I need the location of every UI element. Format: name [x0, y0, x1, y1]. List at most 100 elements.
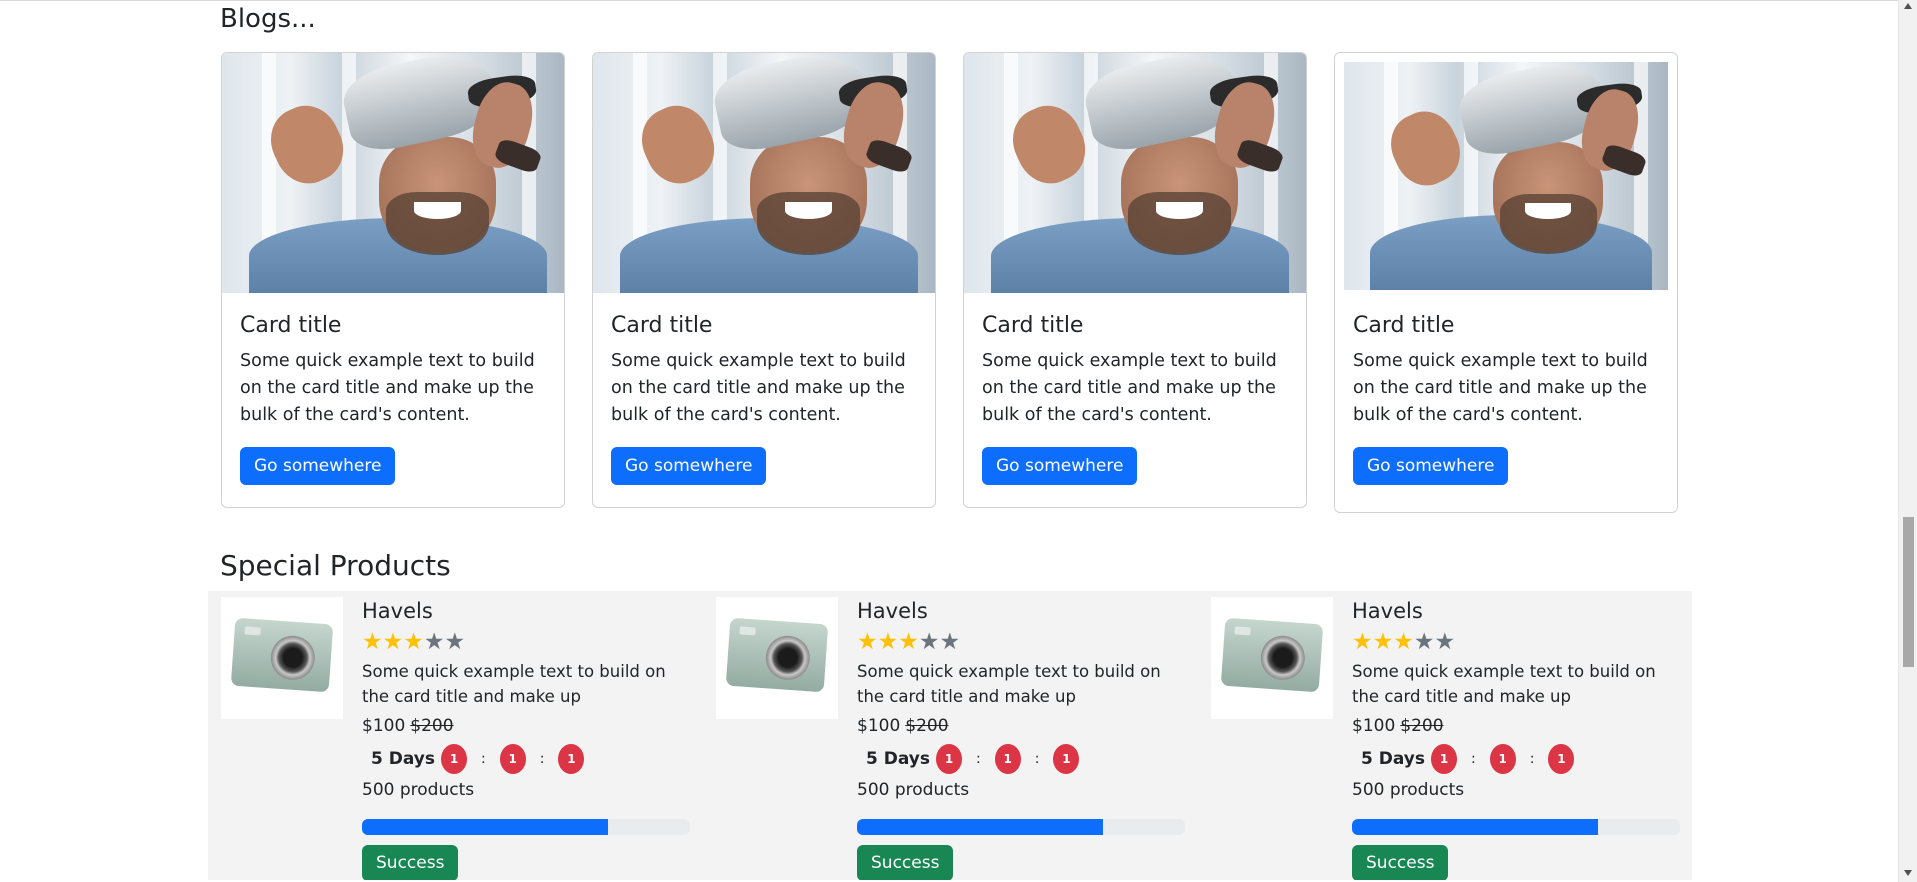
star-icon: ★	[382, 629, 404, 655]
star-icon: ★	[1393, 629, 1414, 655]
current-price: $100	[362, 716, 406, 736]
product-description: Some quick example text to build on the …	[857, 662, 1161, 706]
progress-bar	[1352, 819, 1598, 835]
product-name: Havels	[362, 599, 433, 623]
star-icon: ★	[898, 629, 919, 655]
blog-card: Card title Some quick example text to bu…	[592, 52, 936, 508]
rating-stars: ★★★★★	[1352, 629, 1682, 655]
minutes-badge: 1	[1489, 744, 1516, 774]
old-price: $200	[1400, 716, 1444, 736]
timer-separator: :	[539, 751, 545, 767]
star-icon: ★	[1352, 629, 1373, 655]
success-button[interactable]: Success	[362, 845, 459, 880]
seconds-badge: 1	[1548, 744, 1575, 774]
card-title: Card title	[240, 313, 342, 338]
days-label: 5 Days	[371, 749, 436, 769]
seconds-badge: 1	[558, 744, 585, 774]
product-card: Havels ★★★★★ Some quick example text to …	[716, 597, 1196, 880]
minutes-badge: 1	[499, 744, 526, 774]
special-products-band: Havels ★★★★★ Some quick example text to …	[208, 591, 1692, 880]
stock-progress	[1352, 819, 1680, 835]
card-text: Some quick example text to build on the …	[240, 351, 535, 425]
camera-photo	[221, 597, 343, 719]
card-text: Some quick example text to build on the …	[982, 351, 1277, 425]
vr-headset-photo	[1344, 62, 1668, 290]
camera-photo	[716, 597, 838, 719]
old-price: $200	[905, 716, 949, 736]
star-icon: ★	[1434, 629, 1456, 655]
vertical-scrollbar[interactable]	[1898, 0, 1917, 882]
product-price: $100 $200	[1352, 716, 1682, 736]
success-button[interactable]: Success	[1352, 845, 1449, 880]
success-button[interactable]: Success	[857, 845, 954, 880]
product-count: 500 products	[1352, 780, 1465, 800]
vr-headset-photo	[964, 53, 1306, 293]
rating-stars: ★★★★★	[857, 629, 1187, 655]
hours-badge: 1	[1431, 744, 1458, 774]
blog-card: Card title Some quick example text to bu…	[1334, 52, 1678, 513]
stock-progress	[857, 819, 1185, 835]
old-price: $200	[410, 716, 454, 736]
product-count: 500 products	[857, 780, 970, 800]
product-count: 500 products	[362, 780, 475, 800]
current-price: $100	[857, 716, 901, 736]
product-card: Havels ★★★★★ Some quick example text to …	[1211, 597, 1691, 880]
card-title: Card title	[611, 313, 713, 338]
product-price: $100 $200	[362, 716, 692, 736]
timer-separator: :	[1471, 751, 1476, 767]
blog-card: Card title Some quick example text to bu…	[963, 52, 1307, 508]
star-icon: ★	[939, 629, 961, 655]
days-label: 5 Days	[866, 749, 931, 769]
scroll-thumb[interactable]	[1903, 517, 1914, 667]
star-icon: ★	[444, 629, 466, 655]
scroll-down-arrow-icon[interactable]	[1904, 870, 1912, 876]
go-somewhere-button[interactable]: Go somewhere	[611, 447, 767, 485]
blog-card: Card title Some quick example text to bu…	[221, 52, 565, 508]
hours-badge: 1	[936, 744, 963, 774]
product-name: Havels	[1352, 599, 1423, 623]
product-description: Some quick example text to build on the …	[1352, 662, 1656, 706]
progress-bar	[857, 819, 1103, 835]
countdown-timer: 5 Days 1 : 1 : 1	[857, 744, 1187, 774]
scroll-up-arrow-icon[interactable]	[1904, 3, 1912, 9]
go-somewhere-button[interactable]: Go somewhere	[240, 447, 396, 485]
product-description: Some quick example text to build on the …	[362, 662, 666, 706]
seconds-badge: 1	[1053, 744, 1080, 774]
go-somewhere-button[interactable]: Go somewhere	[982, 447, 1138, 485]
current-price: $100	[1352, 716, 1396, 736]
card-text: Some quick example text to build on the …	[1353, 351, 1648, 425]
hours-badge: 1	[441, 744, 468, 774]
go-somewhere-button[interactable]: Go somewhere	[1353, 447, 1509, 485]
days-label: 5 Days	[1361, 749, 1426, 769]
timer-separator: :	[1529, 751, 1535, 767]
blogs-heading: Blogs...	[220, 4, 316, 34]
star-icon: ★	[877, 629, 899, 655]
progress-bar	[362, 819, 608, 835]
page: Blogs... Card title Some quick example t…	[0, 0, 1898, 880]
star-icon: ★	[423, 629, 445, 655]
card-title: Card title	[1353, 313, 1455, 338]
timer-separator: :	[1034, 751, 1040, 767]
star-icon: ★	[1413, 629, 1435, 655]
timer-separator: :	[976, 751, 981, 767]
product-price: $100 $200	[857, 716, 1187, 736]
star-icon: ★	[857, 629, 878, 655]
special-products-heading: Special Products	[220, 549, 451, 582]
countdown-timer: 5 Days 1 : 1 : 1	[1352, 744, 1682, 774]
vr-headset-photo	[222, 53, 564, 293]
stock-progress	[362, 819, 690, 835]
star-icon: ★	[1372, 629, 1394, 655]
star-icon: ★	[362, 629, 383, 655]
star-icon: ★	[403, 629, 424, 655]
countdown-timer: 5 Days 1 : 1 : 1	[362, 744, 692, 774]
card-text: Some quick example text to build on the …	[611, 351, 906, 425]
camera-photo	[1211, 597, 1333, 719]
vr-headset-photo	[593, 53, 935, 293]
minutes-badge: 1	[994, 744, 1021, 774]
card-title: Card title	[982, 313, 1084, 338]
timer-separator: :	[481, 751, 486, 767]
product-name: Havels	[857, 599, 928, 623]
star-icon: ★	[918, 629, 940, 655]
rating-stars: ★★★★★	[362, 629, 692, 655]
product-card: Havels ★★★★★ Some quick example text to …	[221, 597, 701, 880]
